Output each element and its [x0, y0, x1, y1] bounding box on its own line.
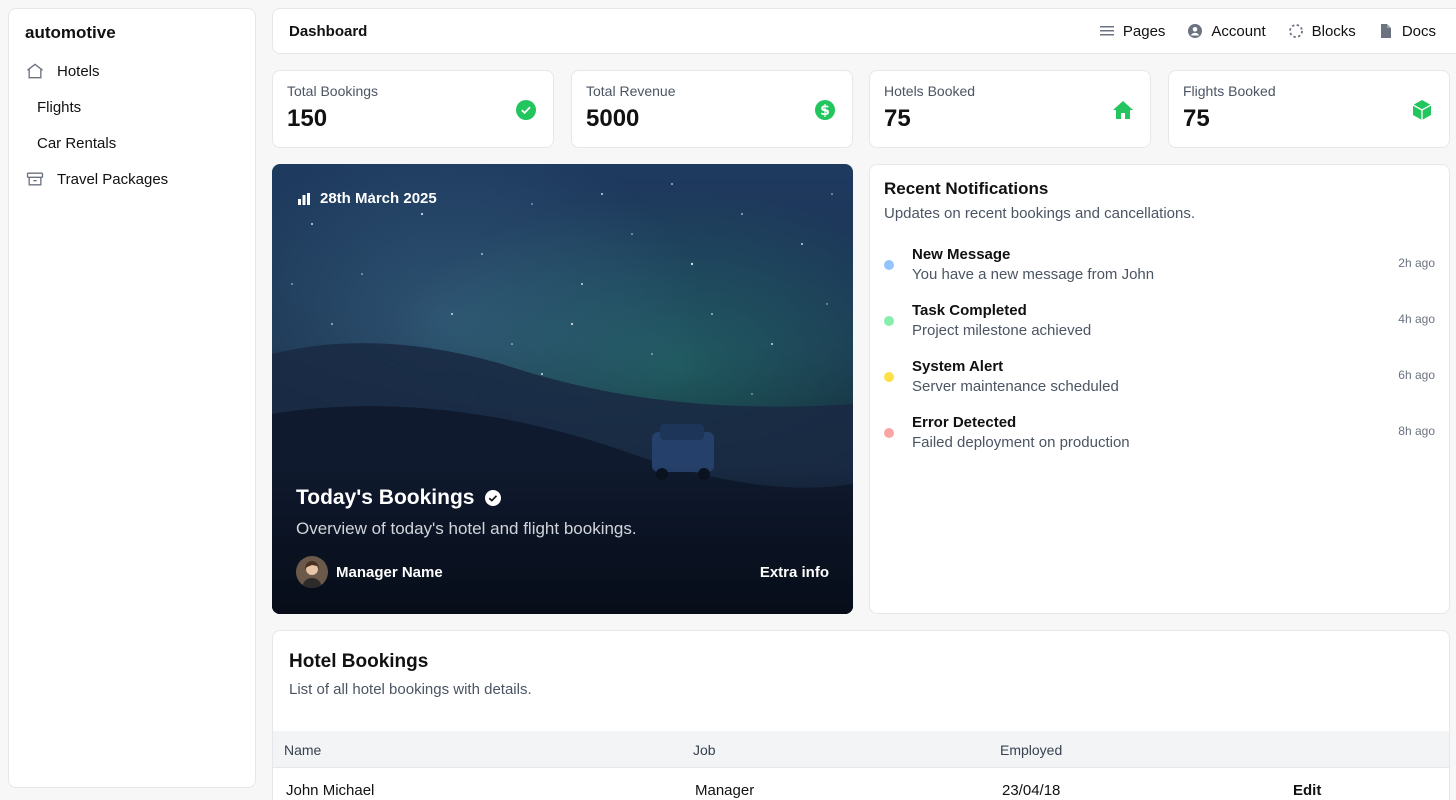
manager-info: Manager Name [296, 556, 443, 588]
stat-value: 5000 [586, 105, 640, 132]
manager-name: Manager Name [336, 563, 443, 581]
home-icon [25, 61, 45, 81]
verified-check-icon [484, 489, 502, 507]
nav-link-pages[interactable]: Pages [1099, 22, 1166, 40]
column-header-employed: Employed [1000, 742, 1063, 758]
notification-desc: Server maintenance scheduled [912, 378, 1119, 395]
list-icon [1099, 23, 1115, 39]
hero-title: Today's Bookings [296, 486, 502, 510]
sidebar-item-label: Travel Packages [57, 170, 169, 188]
notifications-title: Recent Notifications [884, 179, 1049, 198]
avatar [296, 556, 328, 588]
todays-bookings-card: 28th March 2025 Today's Bookings Overvie… [272, 164, 853, 614]
notification-item[interactable]: Task Completed Project milestone achieve… [884, 302, 1435, 358]
nav-link-label: Pages [1122, 22, 1166, 40]
status-dot [884, 372, 894, 382]
cell-employed: 23/04/18 [1002, 782, 1061, 799]
notification-item[interactable]: System Alert Server maintenance schedule… [884, 358, 1435, 414]
edit-button[interactable]: Edit [1293, 782, 1321, 799]
notifications-subtitle: Updates on recent bookings and cancellat… [884, 205, 1196, 222]
status-dot [884, 260, 894, 270]
nav-link-docs[interactable]: Docs [1378, 23, 1436, 40]
stat-label: Total Bookings [287, 83, 379, 99]
notifications-list: New Message You have a new message from … [884, 246, 1435, 470]
stat-value: 150 [287, 105, 328, 132]
cell-name: John Michael [286, 782, 375, 799]
status-dot [884, 316, 894, 326]
notification-item[interactable]: New Message You have a new message from … [884, 246, 1435, 302]
stat-card-total-revenue: Total Revenue 5000 $ [571, 70, 853, 148]
table-header: Name Job Employed [273, 731, 1449, 768]
nav-link-label: Account [1211, 22, 1266, 40]
recent-notifications-card: Recent Notifications Updates on recent b… [869, 164, 1450, 614]
sidebar-item-travel-packages[interactable]: Travel Packages [25, 161, 239, 197]
dollar-circle-icon: $ [814, 99, 836, 121]
notification-time: 4h ago [1398, 312, 1435, 326]
bar-chart-icon [296, 191, 312, 207]
sidebar-item-label: Hotels [57, 62, 100, 80]
nav-link-label: Docs [1401, 22, 1436, 40]
stat-card-hotels-booked: Hotels Booked 75 [869, 70, 1151, 148]
cube-icon [1411, 99, 1433, 121]
hotel-bookings-card: Hotel Bookings List of all hotel booking… [272, 630, 1450, 800]
hero-subtitle: Overview of today's hotel and flight boo… [296, 519, 637, 538]
notification-title: New Message [912, 246, 1011, 263]
column-header-name: Name [284, 742, 322, 758]
notification-time: 2h ago [1398, 256, 1435, 270]
stat-label: Flights Booked [1183, 83, 1276, 99]
cell-job: Manager [695, 782, 755, 799]
notification-item[interactable]: Error Detected Failed deployment on prod… [884, 414, 1435, 470]
notification-time: 6h ago [1398, 368, 1435, 382]
nav-link-blocks[interactable]: Blocks [1288, 23, 1356, 40]
page-title: Dashboard [289, 22, 368, 40]
sidebar-item-hotels[interactable]: Hotels [25, 53, 239, 89]
stat-value: 75 [1183, 105, 1210, 132]
user-circle-icon [1187, 23, 1203, 39]
stat-value: 75 [884, 105, 911, 132]
sidebar-item-label: Flights [37, 98, 82, 116]
check-circle-icon [515, 99, 537, 121]
hero-date: 28th March 2025 [296, 190, 437, 207]
notification-desc: Failed deployment on production [912, 434, 1130, 451]
notification-time: 8h ago [1398, 424, 1435, 438]
sidebar: automotive Hotels Flights Car Rentals Tr… [8, 8, 256, 788]
sidebar-item-car-rentals[interactable]: Car Rentals [25, 125, 239, 161]
stat-label: Total Revenue [586, 83, 676, 99]
notification-title: Error Detected [912, 414, 1017, 431]
nav-link-label: Blocks [1311, 22, 1356, 40]
extra-info-link[interactable]: Extra info [760, 564, 829, 581]
sidebar-item-label: Car Rentals [37, 134, 117, 152]
bookings-title: Hotel Bookings [289, 651, 429, 672]
brand-name: automotive [25, 23, 116, 42]
hero-date-text: 28th March 2025 [320, 190, 437, 207]
nav-link-account[interactable]: Account [1187, 22, 1266, 40]
notification-desc: Project milestone achieved [912, 322, 1092, 339]
notification-desc: You have a new message from John [912, 266, 1155, 283]
hero-title-text: Today's Bookings [296, 486, 475, 509]
svg-text:$: $ [820, 103, 830, 119]
bookings-subtitle: List of all hotel bookings with details. [289, 681, 532, 698]
notification-title: Task Completed [912, 302, 1027, 319]
night-sky-background [272, 183, 853, 614]
table-row: John Michael Manager 23/04/18 Edit [273, 768, 1449, 800]
top-bar: Dashboard Pages Account Blocks Docs [272, 8, 1456, 54]
archive-box-icon [25, 169, 45, 189]
stat-label: Hotels Booked [884, 83, 976, 99]
column-header-job: Job [693, 742, 716, 758]
document-icon [1378, 23, 1394, 39]
top-nav: Pages Account Blocks Docs [1099, 23, 1436, 40]
sidebar-item-flights[interactable]: Flights [25, 89, 239, 125]
notification-title: System Alert [912, 358, 1004, 375]
dashed-circle-icon [1288, 23, 1304, 39]
status-dot [884, 428, 894, 438]
house-icon [1112, 99, 1134, 121]
stat-card-flights-booked: Flights Booked 75 [1168, 70, 1450, 148]
stat-card-total-bookings: Total Bookings 150 [272, 70, 554, 148]
